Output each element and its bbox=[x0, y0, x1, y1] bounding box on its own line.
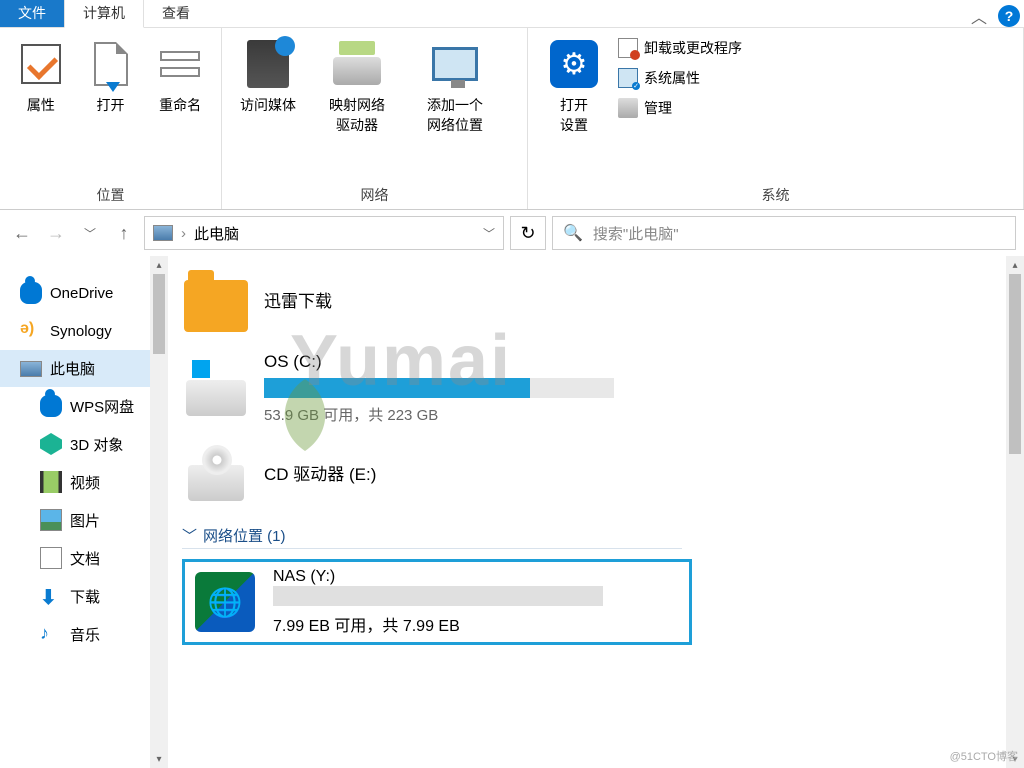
tree-docs[interactable]: 文档 bbox=[0, 539, 168, 577]
group-location-label: 位置 bbox=[10, 181, 211, 207]
tree-music[interactable]: ♪音乐 bbox=[0, 615, 168, 653]
manage-button[interactable]: 管理 bbox=[618, 98, 742, 118]
nav-back-button[interactable]: ← bbox=[8, 219, 36, 247]
tab-file[interactable]: 文件 bbox=[0, 0, 64, 27]
pc-icon bbox=[153, 225, 173, 241]
sys-props-icon: ✓ bbox=[618, 68, 638, 88]
navigation-tree: OneDrive ə)Synology 此电脑 WPS网盘 3D 对象 视频 图… bbox=[0, 256, 168, 768]
pictures-icon bbox=[40, 509, 62, 531]
content-scrollbar[interactable]: ▴ ▾ bbox=[1006, 256, 1024, 768]
onedrive-icon bbox=[20, 282, 42, 304]
tree-synology[interactable]: ə)Synology bbox=[0, 312, 168, 350]
tab-computer[interactable]: 计算机 bbox=[64, 0, 144, 28]
help-icon[interactable]: ? bbox=[998, 5, 1020, 27]
content-pane: 迅雷下载 OS (C:) 53.9 GB 可用，共 223 GB CD 驱动器 … bbox=[168, 256, 1024, 768]
scroll-thumb[interactable] bbox=[1009, 274, 1021, 454]
address-bar[interactable]: › 此电脑 ﹀ bbox=[144, 216, 504, 250]
credit-text: @51CTO博客 bbox=[950, 748, 1018, 764]
scroll-down-icon[interactable]: ▾ bbox=[150, 750, 168, 768]
tree-scrollbar[interactable]: ▴ ▾ bbox=[150, 256, 168, 768]
drive-os-c[interactable]: OS (C:) 53.9 GB 可用，共 223 GB bbox=[182, 352, 1010, 425]
gear-icon: ⚙ bbox=[550, 40, 598, 88]
search-placeholder: 搜索"此电脑" bbox=[593, 223, 679, 244]
video-icon bbox=[40, 471, 62, 493]
usage-bar bbox=[264, 378, 614, 398]
system-properties-button[interactable]: ✓ 系统属性 bbox=[618, 68, 742, 88]
uninstall-programs-button[interactable]: 卸载或更改程序 bbox=[618, 38, 742, 58]
network-drive-icon bbox=[333, 57, 381, 85]
manage-icon bbox=[618, 98, 638, 118]
map-drive-button[interactable]: 映射网络 驱动器 bbox=[312, 32, 402, 135]
properties-button[interactable]: 属性 bbox=[10, 32, 72, 116]
nav-forward-button[interactable]: → bbox=[42, 219, 70, 247]
uninstall-icon bbox=[618, 38, 638, 58]
tree-wps[interactable]: WPS网盘 bbox=[0, 387, 168, 425]
crumb-separator-icon: › bbox=[181, 225, 186, 242]
scroll-thumb[interactable] bbox=[153, 274, 165, 354]
monitor-icon bbox=[432, 47, 478, 81]
nav-recent-dropdown[interactable]: ﹀ bbox=[76, 219, 104, 247]
scroll-up-icon[interactable]: ▴ bbox=[1006, 256, 1024, 274]
search-icon: 🔍 bbox=[563, 223, 583, 243]
nav-bar: ← → ﹀ ↑ › 此电脑 ﹀ ↻ 🔍 搜索"此电脑" bbox=[0, 210, 1024, 256]
cd-drive-icon bbox=[188, 465, 244, 501]
rename-button[interactable]: 重命名 bbox=[149, 32, 211, 116]
ribbon: 属性 打开 重命名 位置 访问媒体 映射网络 驱动器 bbox=[0, 28, 1024, 210]
nas-icon: 🌐 bbox=[195, 572, 255, 632]
ribbon-tabs: 文件 计算机 查看 ︿ ? bbox=[0, 0, 1024, 28]
tree-video[interactable]: 视频 bbox=[0, 463, 168, 501]
documents-icon bbox=[40, 547, 62, 569]
nav-up-button[interactable]: ↑ bbox=[110, 219, 138, 247]
tree-thispc[interactable]: 此电脑 bbox=[0, 350, 168, 387]
downloads-icon: ⬇ bbox=[40, 585, 62, 607]
group-network-label: 网络 bbox=[232, 181, 517, 207]
scroll-up-icon[interactable]: ▴ bbox=[150, 256, 168, 274]
open-icon bbox=[94, 42, 128, 86]
open-settings-button[interactable]: ⚙ 打开 设置 bbox=[538, 32, 610, 135]
access-media-button[interactable]: 访问媒体 bbox=[232, 32, 304, 116]
add-netloc-button[interactable]: 添加一个 网络位置 bbox=[410, 32, 500, 135]
tree-downloads[interactable]: ⬇下载 bbox=[0, 577, 168, 615]
music-icon: ♪ bbox=[40, 623, 62, 645]
tab-view[interactable]: 查看 bbox=[144, 0, 208, 27]
collapse-icon: ﹀ bbox=[182, 525, 197, 546]
rename-icon bbox=[160, 51, 200, 77]
drive-icon bbox=[186, 380, 246, 416]
refresh-button[interactable]: ↻ bbox=[510, 216, 546, 250]
folder-xunlei[interactable]: 迅雷下载 bbox=[182, 268, 1010, 336]
tree-3d[interactable]: 3D 对象 bbox=[0, 425, 168, 463]
usage-bar bbox=[273, 586, 603, 606]
synology-icon: ə) bbox=[20, 320, 42, 342]
3d-objects-icon bbox=[40, 433, 62, 455]
netloc-group-header[interactable]: ﹀ 网络位置 (1) bbox=[182, 525, 682, 549]
tree-onedrive[interactable]: OneDrive bbox=[0, 274, 168, 312]
search-input[interactable]: 🔍 搜索"此电脑" bbox=[552, 216, 1016, 250]
group-system-label: 系统 bbox=[538, 181, 1013, 207]
drive-nas-y[interactable]: 🌐 NAS (Y:) 7.99 EB 可用，共 7.99 EB bbox=[182, 559, 692, 645]
properties-icon bbox=[21, 44, 61, 84]
wps-cloud-icon bbox=[40, 395, 62, 417]
address-dropdown-icon[interactable]: ﹀ bbox=[483, 225, 495, 242]
folder-icon bbox=[184, 280, 248, 332]
breadcrumb[interactable]: 此电脑 bbox=[194, 223, 239, 244]
pc-icon bbox=[20, 361, 42, 377]
drive-cd-e[interactable]: CD 驱动器 (E:) bbox=[182, 441, 1010, 509]
collapse-ribbon-icon[interactable]: ︿ bbox=[968, 5, 990, 27]
media-server-icon bbox=[247, 40, 289, 88]
open-button[interactable]: 打开 bbox=[80, 32, 142, 116]
tree-pictures[interactable]: 图片 bbox=[0, 501, 168, 539]
